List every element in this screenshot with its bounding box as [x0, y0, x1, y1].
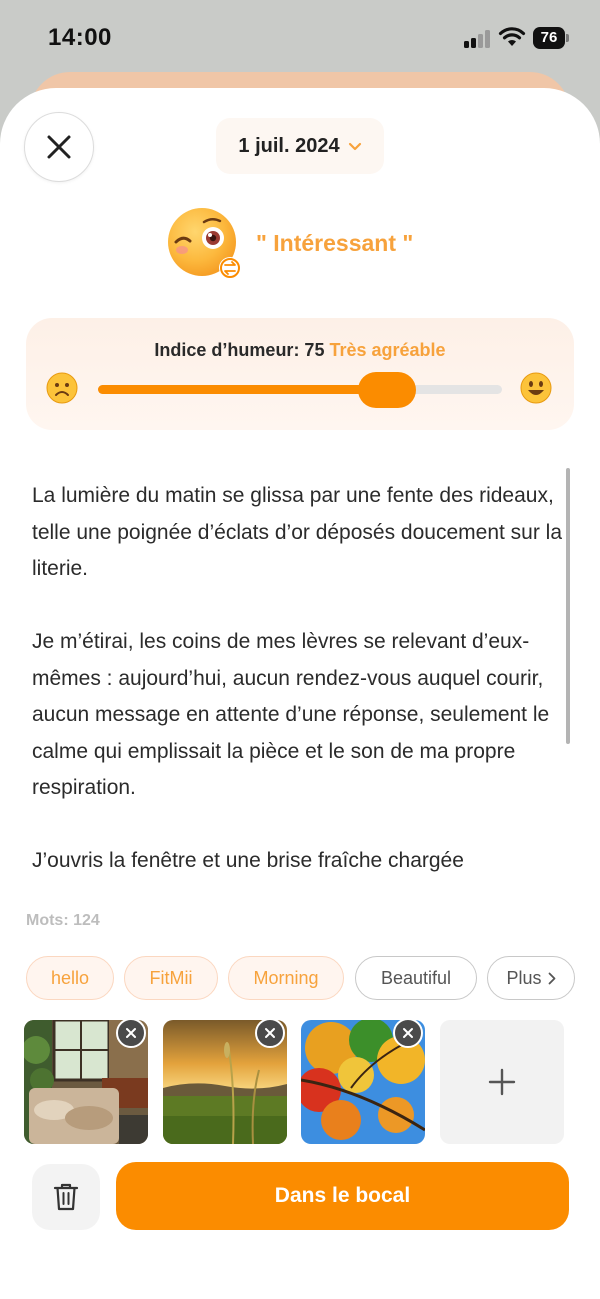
more-tags-button[interactable]: Plus: [487, 956, 575, 1000]
mood-label: " Intéressant ": [256, 230, 414, 256]
wifi-icon: [498, 26, 526, 48]
scrollbar[interactable]: [566, 468, 570, 744]
mood-slider[interactable]: [98, 372, 502, 408]
tag-chip[interactable]: Beautiful: [355, 956, 477, 1000]
entry-sheet: 1 juil. 2024 " Intéressant " Indice d’hu…: [0, 88, 600, 1299]
add-photo-button[interactable]: [440, 1020, 564, 1144]
mood-slider-fill: [98, 385, 387, 394]
status-bar: 14:00 76: [0, 0, 600, 76]
close-icon: [403, 1028, 413, 1038]
journal-text[interactable]: La lumière du matin se glissa par une fe…: [32, 478, 562, 898]
battery-level: 76: [533, 27, 565, 49]
remove-photo-button[interactable]: [255, 1018, 285, 1048]
remove-photo-button[interactable]: [393, 1018, 423, 1048]
cellular-signal-icon: [464, 30, 492, 48]
trash-icon: [53, 1183, 79, 1211]
delete-button[interactable]: [32, 1164, 100, 1230]
chevron-right-icon: [548, 972, 555, 984]
tag-chip[interactable]: hello: [26, 956, 114, 1000]
happy-face-icon: [520, 372, 552, 404]
journal-paragraph: La lumière du matin se glissa par une fe…: [32, 484, 562, 580]
date-label: 1 juil. 2024: [238, 134, 340, 157]
photo-strip: [24, 1018, 584, 1144]
tag-chip[interactable]: FitMii: [124, 956, 218, 1000]
mood-index-card: Indice d’humeur: 75 Très agréable: [26, 318, 574, 430]
add-to-jar-button[interactable]: Dans le bocal: [116, 1162, 569, 1230]
close-button[interactable]: [24, 112, 94, 182]
word-count: Mots: 124: [26, 912, 100, 929]
close-icon: [265, 1028, 275, 1038]
tag-list: hello FitMii Morning Beautiful Plus: [26, 956, 600, 1002]
mood-emoji[interactable]: [166, 208, 246, 284]
close-icon: [126, 1028, 136, 1038]
plus-icon: [488, 1068, 516, 1096]
mood-index-label: Très agréable: [329, 340, 446, 360]
more-tags-label: Plus: [506, 967, 542, 988]
mood-slider-thumb[interactable]: [357, 372, 416, 408]
journal-paragraph: J’ouvris la fenêtre et une brise fraîche…: [32, 849, 464, 872]
mood-index-text: Indice d’humeur: 75 Très agréable: [26, 340, 574, 361]
mood-index-value: Indice d’humeur: 75: [154, 340, 325, 360]
journal-paragraph: Je m’étirai, les coins de mes lèvres se …: [32, 630, 550, 799]
status-time: 14:00: [48, 24, 112, 51]
tag-chip[interactable]: Morning: [228, 956, 344, 1000]
sad-face-icon: [46, 372, 78, 404]
winking-face-icon: [168, 208, 241, 279]
remove-photo-button[interactable]: [116, 1018, 146, 1048]
battery-icon: 76: [533, 27, 569, 49]
date-selector[interactable]: 1 juil. 2024: [216, 118, 384, 174]
chevron-down-icon: [348, 142, 361, 151]
close-icon: [47, 135, 71, 159]
